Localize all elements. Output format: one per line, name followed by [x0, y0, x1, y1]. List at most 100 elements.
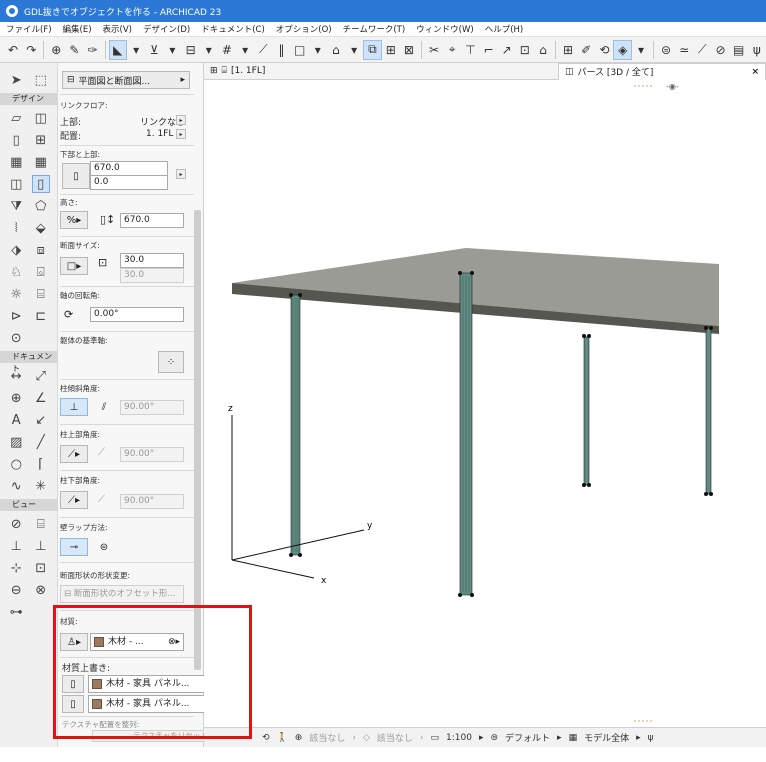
- wall-end-tool-icon[interactable]: ⊏: [32, 307, 50, 325]
- undo-zoom-icon[interactable]: ⟲: [262, 733, 270, 743]
- status-none-2[interactable]: 該当なし: [377, 731, 413, 744]
- box-icon[interactable]: □: [291, 40, 309, 60]
- skylight-tool-icon[interactable]: ⌸: [32, 285, 50, 303]
- layout-icon[interactable]: ▤: [730, 40, 748, 60]
- material-mode-button[interactable]: ♙▸: [60, 633, 88, 651]
- anchor-point-selector[interactable]: ⁘: [158, 351, 184, 373]
- menu-help[interactable]: ヘルプ(H): [485, 23, 524, 35]
- model-view-value[interactable]: モデル全体: [584, 731, 629, 744]
- ruler-icon[interactable]: ▭: [430, 733, 439, 743]
- vertical-column-button[interactable]: ⊥: [60, 398, 88, 416]
- zoom-icon[interactable]: ⊕: [295, 733, 303, 743]
- wall-tool-icon[interactable]: ▱: [7, 109, 25, 127]
- menu-options[interactable]: オプション(O): [276, 23, 332, 35]
- navigator-icon[interactable]: ⊜: [657, 40, 675, 60]
- curtain-wall-tool-icon[interactable]: ◫: [32, 109, 50, 127]
- camera-tool-icon[interactable]: ⊖: [7, 581, 25, 599]
- water-icon[interactable]: ≃: [675, 40, 693, 60]
- suspend-groups-icon[interactable]: ⧉: [363, 39, 382, 60]
- slanted-column-button[interactable]: ⫽: [90, 398, 118, 416]
- angle-dimension-icon[interactable]: ∠: [32, 389, 50, 407]
- select-arrow-icon[interactable]: ◣: [108, 39, 128, 60]
- stair-tool-icon[interactable]: ⧈: [32, 241, 50, 259]
- floor-plan-section-button[interactable]: ⊟ 平面図と断面図... ▸: [62, 71, 190, 89]
- label-tool-icon[interactable]: ↙: [32, 411, 50, 429]
- wrap-method-1-button[interactable]: ⊸: [60, 538, 88, 556]
- pedestrian-icon[interactable]: 🚶: [277, 733, 288, 743]
- corner-window-tool-icon[interactable]: ⊳: [7, 307, 25, 325]
- dimension-tool-icon[interactable]: ↔: [7, 367, 25, 385]
- top-offset-field[interactable]: 670.0: [90, 161, 168, 176]
- section-width-field[interactable]: 30.0: [120, 253, 184, 268]
- menu-design[interactable]: デザイン(D): [143, 23, 190, 35]
- gravity-icon[interactable]: ⊻: [145, 40, 163, 60]
- offset-icon[interactable]: ↗: [498, 40, 516, 60]
- lamp-tool-icon[interactable]: ☼: [7, 285, 25, 303]
- menu-file[interactable]: ファイル(F): [6, 23, 52, 35]
- elevation-tool-icon[interactable]: ⌸: [32, 515, 50, 533]
- menu-teamwork[interactable]: チームワーク(T): [343, 23, 406, 35]
- group-icon[interactable]: ⊞: [382, 40, 400, 60]
- shell-tool-icon[interactable]: ⦚: [7, 219, 25, 237]
- interior-elevation-icon[interactable]: ⊥: [7, 537, 25, 555]
- ungroup-icon[interactable]: ⊠: [400, 40, 418, 60]
- railing-tool-icon[interactable]: ♘: [7, 263, 25, 281]
- toolbox-document-header[interactable]: ドキュメント: [0, 351, 57, 373]
- bottom-cut-button[interactable]: ⟋▸: [60, 491, 88, 509]
- door-tool-icon[interactable]: ▯: [7, 131, 25, 149]
- dropdown-arrow-icon[interactable]: ▾: [345, 40, 363, 60]
- split-icon[interactable]: ✂: [425, 40, 443, 60]
- pet-palette-icon[interactable]: ⊕: [47, 40, 65, 60]
- guide-line-icon[interactable]: ⟋: [254, 40, 272, 60]
- window-tool-icon[interactable]: ⊞: [32, 131, 50, 149]
- layer-combo-value[interactable]: デフォルト: [505, 731, 550, 744]
- marquee-tool-icon[interactable]: ⬚: [32, 71, 50, 89]
- lock-icon[interactable]: ⌂: [327, 40, 345, 60]
- dropdown-arrow-icon[interactable]: ▸: [176, 169, 186, 179]
- 3d-viewport[interactable]: -◉- z x y: [204, 80, 766, 727]
- slab-tool-icon[interactable]: ⧩: [7, 197, 25, 215]
- menu-window[interactable]: ウィンドウ(W): [416, 23, 474, 35]
- dropdown-arrow-icon[interactable]: ▾: [200, 40, 218, 60]
- object-tool-icon[interactable]: ▦: [7, 153, 25, 171]
- polyline-tool-icon[interactable]: ⌈: [32, 455, 50, 473]
- guide-icon[interactable]: ‖: [272, 40, 290, 60]
- rectangle-section-button[interactable]: □▸: [60, 257, 88, 275]
- tab-perspective-3d[interactable]: ◫ パース [3D / 全て] ×: [558, 62, 766, 80]
- menu-view[interactable]: 表示(V): [103, 23, 132, 35]
- tab-floor-plan[interactable]: ⊞ ⌸ [1. 1FL]: [204, 63, 271, 80]
- dropdown-arrow-icon[interactable]: ▾: [309, 40, 327, 60]
- status-none-1[interactable]: 該当なし: [309, 731, 345, 744]
- elevation-dimension-icon[interactable]: ⊕: [7, 389, 25, 407]
- morph-tool-icon[interactable]: ⬙: [32, 219, 50, 237]
- injector-icon[interactable]: ✑: [84, 40, 102, 60]
- dropdown-arrow-icon[interactable]: ▾: [236, 40, 254, 60]
- percent-height-button[interactable]: %▸: [60, 211, 88, 229]
- menu-document[interactable]: ドキュメント(C): [201, 23, 265, 35]
- level-dimension-icon[interactable]: ⤢: [32, 367, 50, 385]
- toolbox-design-header[interactable]: デザイン: [0, 93, 57, 105]
- section-icon[interactable]: ⟋: [693, 40, 711, 60]
- publisher-icon[interactable]: ψ: [748, 40, 766, 60]
- fill-tool-icon[interactable]: ▨: [7, 433, 25, 451]
- publisher-icon[interactable]: ψ: [648, 733, 654, 743]
- grid-snap-icon[interactable]: #: [218, 40, 236, 60]
- override-column-2-icon[interactable]: ▯: [62, 695, 84, 713]
- column-tool-icon[interactable]: ▯: [31, 175, 50, 193]
- material-selector[interactable]: 木材 - ... ⊗▸: [90, 633, 184, 651]
- opening-tool-icon[interactable]: ⌺: [32, 263, 50, 281]
- mesh-tool-icon[interactable]: ⬗: [7, 241, 25, 259]
- adjust-icon[interactable]: ⌖: [443, 40, 461, 60]
- layer-combo-icon[interactable]: ⊜: [490, 733, 498, 743]
- wrap-method-2-button[interactable]: ⊜: [90, 538, 118, 556]
- elevation-icon[interactable]: ⊘: [711, 40, 729, 60]
- line-tool-icon[interactable]: ╱: [32, 433, 50, 451]
- axis-rotation-field[interactable]: 0.00°: [90, 307, 184, 322]
- detail-tool-icon[interactable]: ⊹: [7, 559, 25, 577]
- override-column-1-icon[interactable]: ▯: [62, 675, 84, 693]
- text-tool-icon[interactable]: A: [7, 411, 25, 429]
- dropdown-arrow-icon[interactable]: ▸: [176, 129, 186, 139]
- redo-icon[interactable]: ↷: [22, 40, 40, 60]
- menu-edit[interactable]: 編集(E): [63, 23, 92, 35]
- change-tool-icon[interactable]: ⊡: [32, 559, 50, 577]
